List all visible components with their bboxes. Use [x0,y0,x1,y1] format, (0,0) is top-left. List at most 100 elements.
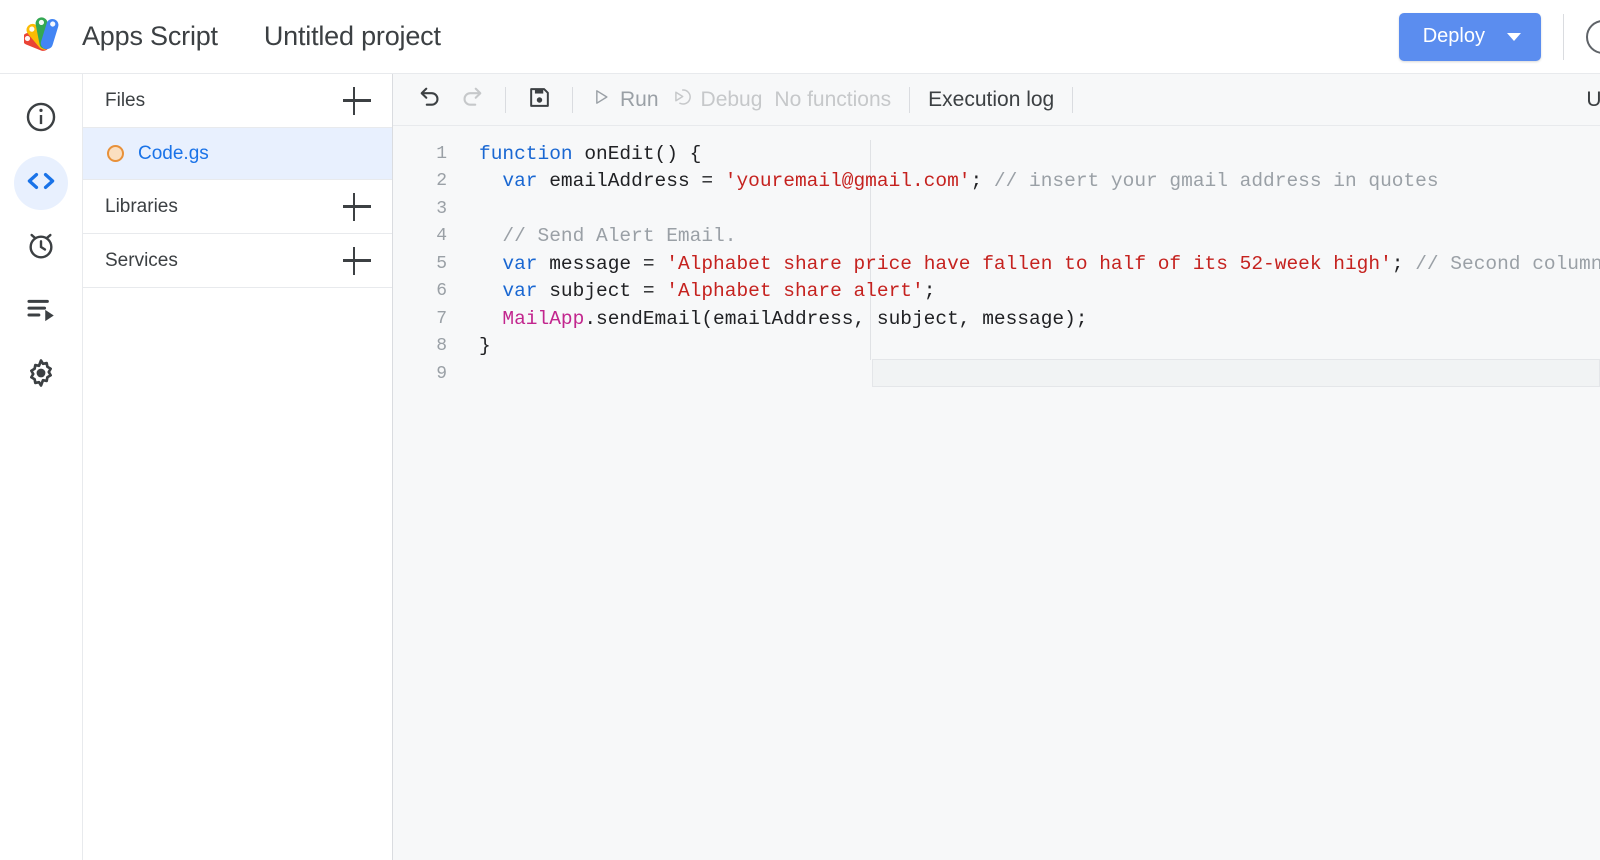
file-item-code-gs[interactable]: Code.gs [83,128,392,180]
code-token: 'Alphabet share price have fallen to hal… [666,252,1392,275]
divider [1072,86,1074,113]
code-brackets-icon [24,164,58,203]
code-token: // Second column [1415,252,1600,275]
run-button[interactable]: Run [585,87,665,113]
redo-arrow-icon [459,84,485,115]
code-token: // Send Alert Email. [502,225,737,248]
code-line: 6 var subject = 'Alphabet share alert'; [393,278,1600,306]
debug-button[interactable]: Debug [665,86,769,113]
code-text: // Send Alert Email. [447,225,736,247]
line-number: 9 [436,363,447,384]
top-app-bar: Apps Script Untitled project Deploy [0,0,1600,74]
divider [909,86,911,113]
code-text: var message = 'Alphabet share price have… [447,253,1600,275]
file-item-label: Code.gs [138,142,209,164]
services-section-header: Services [83,234,392,288]
code-token: 'Alphabet share alert' [666,280,924,303]
line-number: 1 [436,143,447,164]
code-token: // insert your gmail address in quotes [993,170,1439,193]
add-library-button[interactable] [340,190,374,224]
file-status-circle-icon [107,145,124,162]
files-section-label: Files [105,89,146,111]
code-lines: 1 function onEdit() {2 var emailAddress =… [393,140,1600,388]
left-nav-rail [0,74,83,860]
undo-arrow-icon [417,84,443,115]
function-selector-label: No functions [774,87,892,111]
line-number: 2 [436,171,447,192]
top-bar-actions: Deploy [1398,0,1600,73]
help-circle-icon[interactable] [1586,19,1600,54]
line-number: 4 [436,226,447,247]
code-text: MailApp.sendEmail(emailAddress, subject,… [447,307,1088,330]
code-text: } [447,335,491,357]
code-token: emailAddress = [549,170,725,193]
divider [1563,13,1564,60]
code-token: ; [923,280,936,303]
code-token: var [502,252,550,275]
line-number: 3 [436,198,447,219]
line-number: 6 [436,281,447,302]
code-token: .sendEmail(emailAddress, subject, messag… [584,307,1088,330]
code-token: MailApp [502,307,585,330]
code-line: 1 function onEdit() { [393,140,1600,168]
sidebar-item-overview[interactable] [14,92,68,146]
line-number: 5 [436,253,447,274]
executions-list-icon [24,292,58,331]
gear-icon [24,356,58,395]
debug-button-label: Debug [700,87,763,111]
sidebar-item-editor[interactable] [14,156,68,210]
sidebar-item-settings[interactable] [14,348,68,402]
legacy-editor-label: Us [1586,87,1600,111]
editor-area: Run Debug No functions Execution log Us [393,74,1600,860]
code-text: var subject = 'Alphabet share alert'; [447,280,935,302]
code-token: ; [970,170,994,193]
files-panel: Files Code.gs Libraries Services [83,74,393,860]
info-circle-icon [24,100,58,139]
divider [572,86,573,113]
services-section-label: Services [105,249,178,271]
function-selector[interactable]: No functions [768,88,897,112]
redo-button[interactable] [451,79,493,121]
libraries-section-label: Libraries [105,195,178,217]
divider [505,86,506,113]
code-token: onEdit() { [584,142,702,165]
code-editor[interactable]: 1 function onEdit() {2 var emailAddress =… [393,126,1600,860]
execution-log-button[interactable]: Execution log [922,88,1060,112]
code-text: function onEdit() { [447,143,701,165]
code-text: var emailAddress = 'youremail@gmail.com'… [447,170,1439,193]
add-file-button[interactable] [340,84,374,118]
editor-toolbar: Run Debug No functions Execution log Us [393,74,1600,126]
deploy-button[interactable]: Deploy [1398,12,1541,61]
execution-log-label: Execution log [928,87,1055,111]
code-line: 4 // Send Alert Email. [393,223,1600,251]
undo-button[interactable] [409,79,451,121]
line-number: 8 [436,336,447,357]
apps-script-logo-icon [22,15,68,59]
code-token: var [502,170,550,193]
legacy-editor-link[interactable]: Us [1586,88,1600,112]
deploy-button-label: Deploy [1422,25,1485,47]
libraries-section-header: Libraries [83,180,392,234]
add-service-button[interactable] [340,244,374,278]
sidebar-item-triggers[interactable] [14,220,68,274]
save-floppy-icon [527,85,552,115]
code-token: message = [549,252,667,275]
project-title[interactable]: Untitled project [264,21,441,52]
alarm-clock-icon [24,228,58,267]
active-line-highlight [872,359,1600,387]
line-number: 7 [436,308,447,329]
debug-step-icon [671,86,692,113]
play-triangle-icon [591,87,611,113]
code-token: function [479,142,585,165]
brand-name: Apps Script [82,21,218,51]
files-section-header: Files [83,74,392,128]
chevron-down-icon [1507,32,1521,41]
code-token: subject = [549,280,667,303]
sidebar-item-executions[interactable] [14,284,68,338]
save-button[interactable] [518,79,560,121]
